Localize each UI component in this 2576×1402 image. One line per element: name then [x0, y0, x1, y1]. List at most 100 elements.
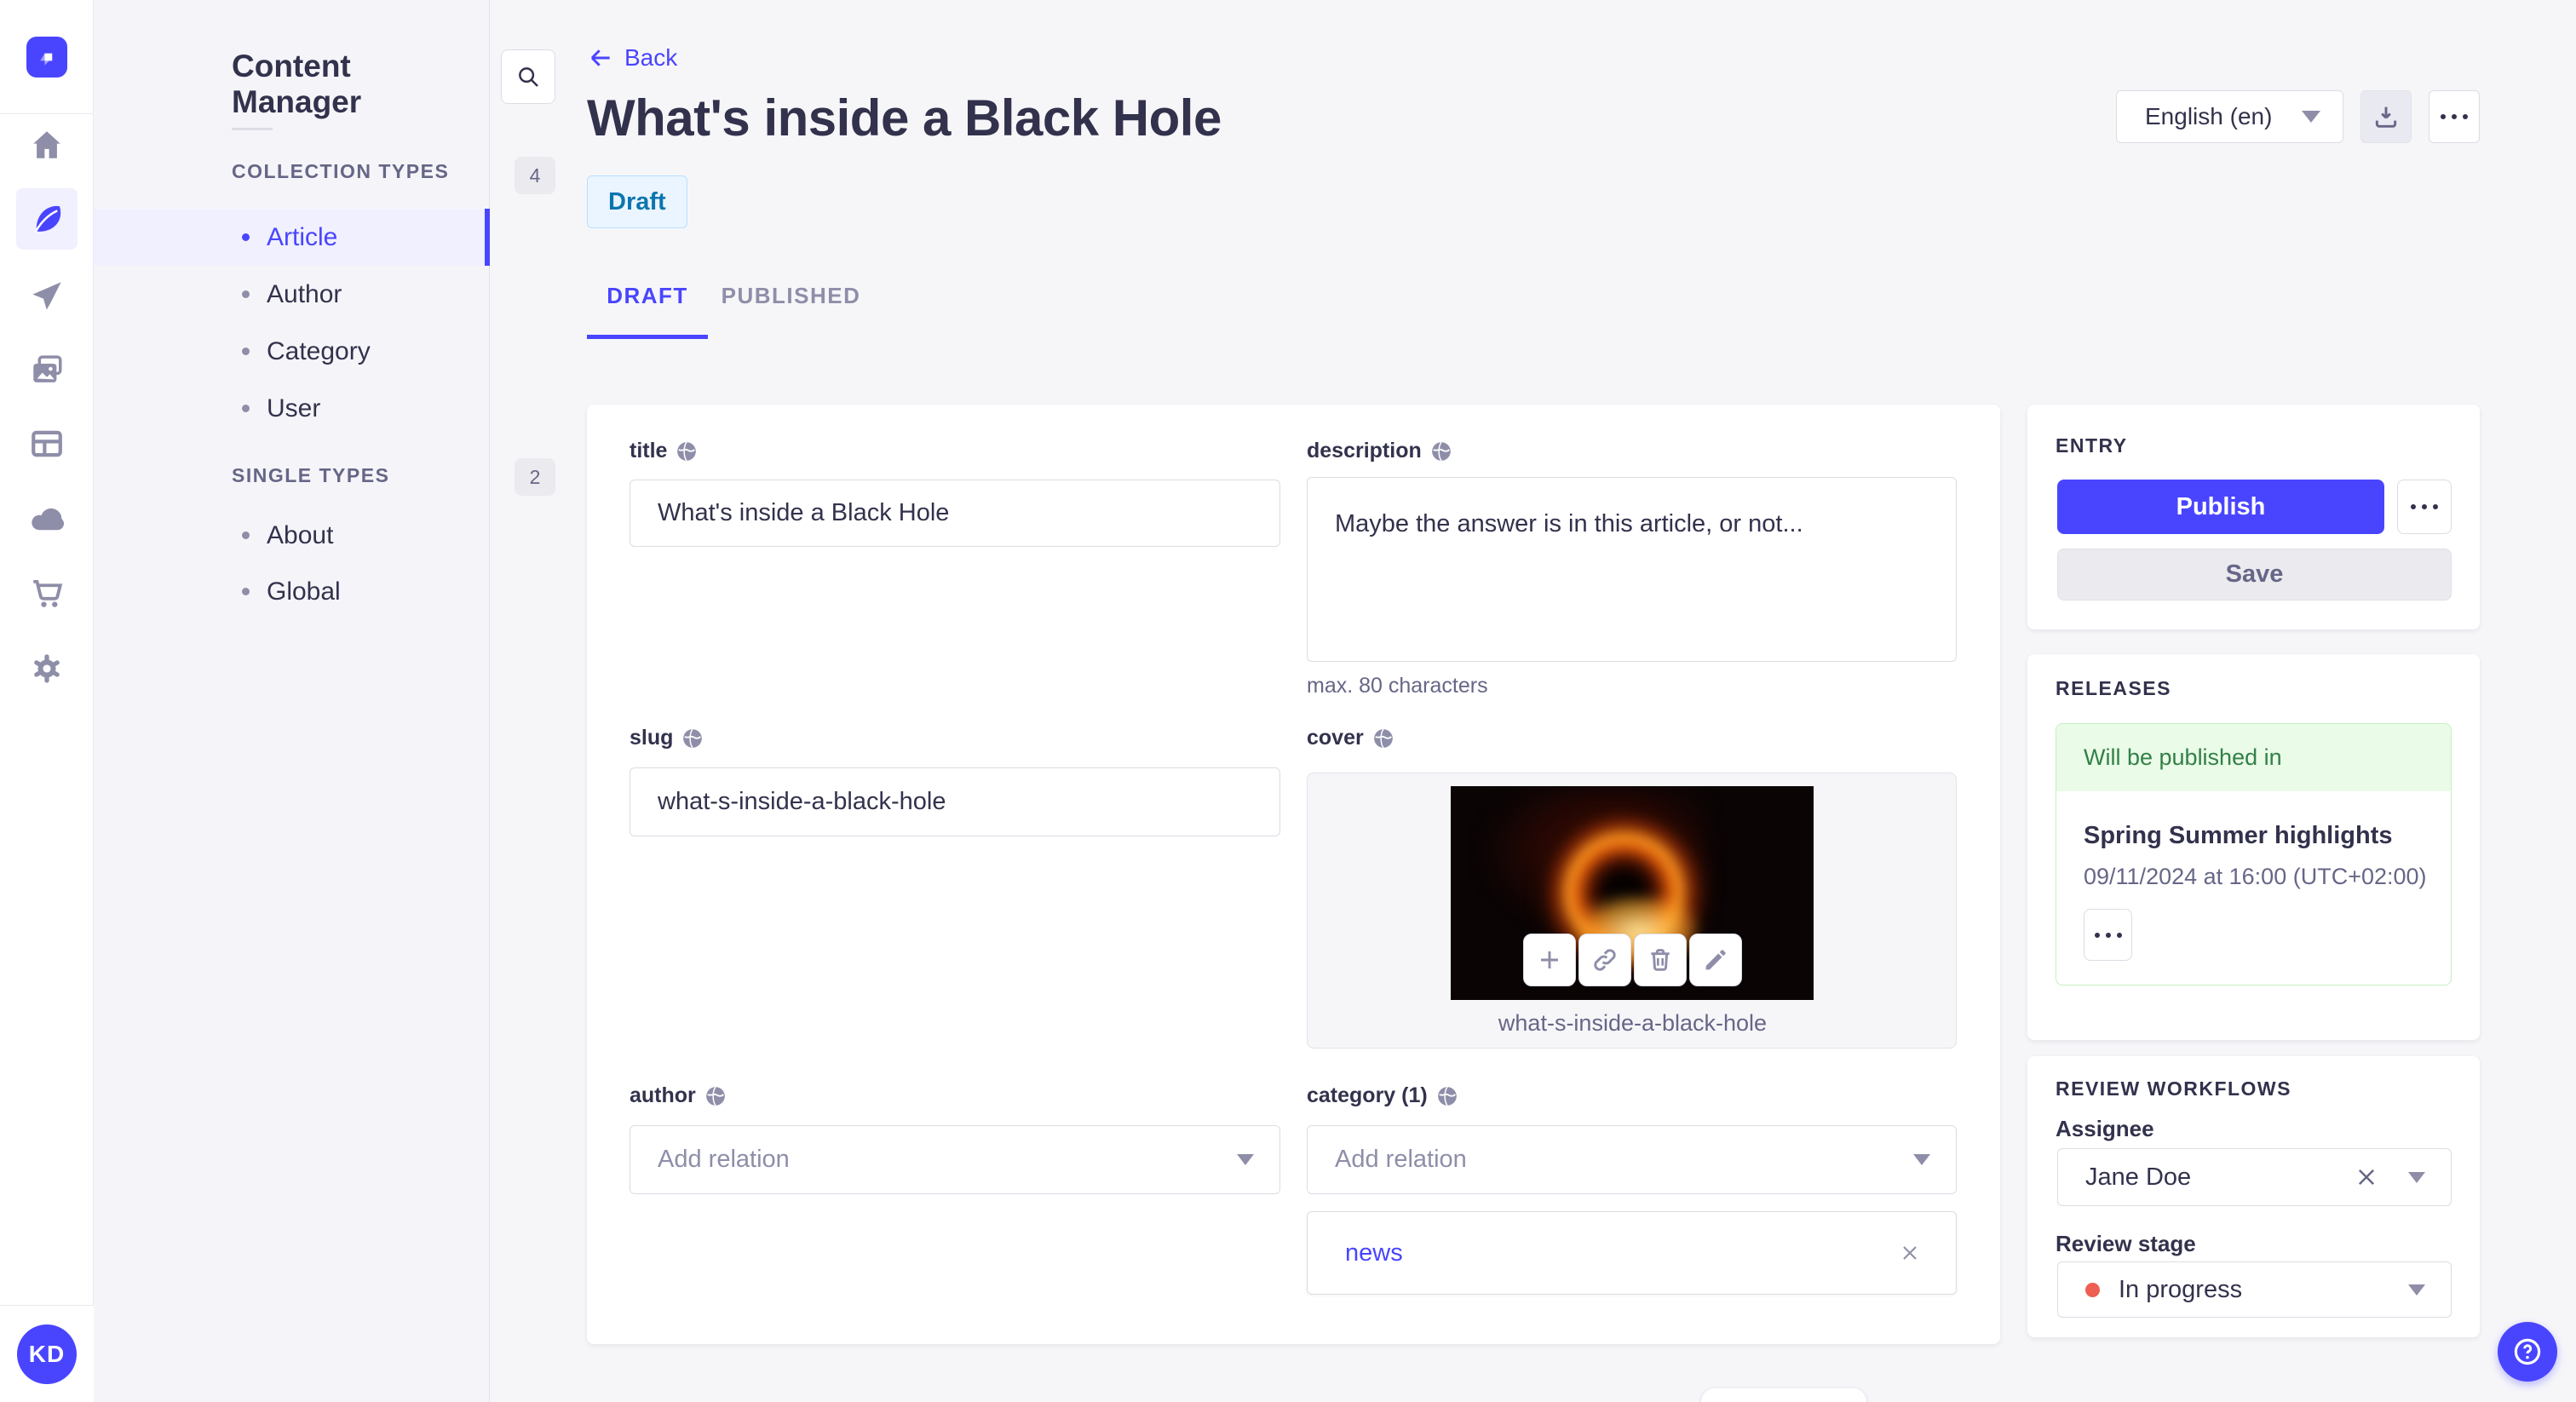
user-avatar[interactable]: KD [17, 1324, 77, 1384]
version-tabs: DRAFT PUBLISHED [587, 271, 865, 339]
subnav-divider [232, 128, 273, 130]
bullet-icon [242, 290, 250, 298]
tab-published[interactable]: PUBLISHED [716, 271, 865, 339]
main-content: Back What's inside a Black Hole Draft En… [491, 0, 2576, 1402]
help-button[interactable] [2498, 1322, 2557, 1382]
cover-actions [1308, 934, 1958, 986]
edit-media-button[interactable] [1689, 934, 1742, 986]
bullet-icon [242, 348, 250, 355]
ellipsis-icon [2441, 114, 2468, 119]
sidebar-item-global[interactable]: Global [94, 563, 490, 620]
ellipsis-icon [2411, 504, 2438, 509]
section-collection-types: COLLECTION TYPES [232, 160, 450, 182]
releases-panel: RELEASES Will be published in Spring Sum… [2027, 654, 2480, 1040]
review-stage-combobox[interactable]: In progress [2057, 1261, 2452, 1318]
save-button[interactable]: Save [2057, 549, 2452, 600]
home-icon [33, 131, 60, 158]
chevron-down-icon [2408, 1171, 2425, 1183]
sidebar-item-category[interactable]: Category [94, 323, 490, 380]
cart-icon [33, 579, 63, 607]
description-hint: max. 80 characters [1307, 674, 1488, 698]
copy-link-button[interactable] [1578, 934, 1631, 986]
rail-footer: KD [0, 1305, 94, 1402]
sidebar-item-about[interactable]: About [94, 507, 490, 564]
cloud-icon [32, 508, 65, 531]
trash-icon [1651, 949, 1670, 971]
sidebar-item-releases[interactable] [16, 265, 78, 326]
remove-relation-icon[interactable] [1898, 1241, 1922, 1265]
globe-icon [683, 728, 703, 748]
sidebar-item-content-type-builder[interactable] [16, 413, 78, 474]
category-relation-combobox[interactable]: Add relation [1307, 1125, 1957, 1194]
release-status: Will be published in [2056, 724, 2451, 791]
clear-assignee-icon[interactable] [2354, 1164, 2379, 1190]
bullet-icon [242, 233, 250, 241]
chevron-down-icon [1237, 1154, 1254, 1165]
entry-panel: ENTRY Publish Save [2027, 405, 2480, 629]
title-input[interactable] [630, 480, 1280, 547]
import-export-button[interactable] [2360, 90, 2412, 143]
release-more-button[interactable] [2084, 909, 2132, 961]
relation-news-link[interactable]: news [1345, 1239, 1403, 1267]
sidebar-item-author[interactable]: Author [94, 266, 490, 323]
description-field-label: description [1307, 439, 1452, 463]
collapsed-panel-edge [1701, 1388, 1866, 1402]
category-field-label: category (1) [1307, 1083, 1458, 1108]
more-actions-button[interactable] [2429, 90, 2480, 143]
sidebar-item-home[interactable] [16, 114, 78, 175]
strapi-logo[interactable] [26, 36, 67, 78]
tab-draft[interactable]: DRAFT [587, 271, 708, 339]
sidebar-item-user[interactable]: User [94, 380, 490, 437]
globe-icon [677, 441, 697, 461]
title-field-label: title [630, 439, 698, 463]
add-media-button[interactable] [1523, 934, 1576, 986]
globe-icon [705, 1086, 725, 1106]
publish-button[interactable]: Publish [2057, 480, 2384, 534]
page-title: What's inside a Black Hole [587, 89, 1222, 147]
feather-icon [34, 205, 61, 233]
release-name: Spring Summer highlights [2084, 822, 2393, 849]
description-textarea[interactable]: Maybe the answer is in this article, or … [1307, 477, 1957, 662]
delete-media-button[interactable] [1634, 934, 1687, 986]
images-icon [33, 355, 62, 382]
locale-select[interactable]: English (en) [2116, 90, 2343, 143]
globe-icon [1373, 728, 1393, 748]
assignee-label: Assignee [2056, 1116, 2154, 1141]
subnav-title: Content Manager [232, 49, 362, 119]
stage-status-dot [2085, 1282, 2100, 1297]
sidebar-item-cloud[interactable] [16, 489, 78, 550]
bullet-icon [242, 405, 250, 412]
author-relation-combobox[interactable]: Add relation [630, 1125, 1280, 1194]
section-single-types: SINGLE TYPES [232, 464, 390, 486]
sidebar-item-content-manager[interactable] [16, 188, 78, 250]
bullet-icon [242, 588, 250, 595]
review-stage-label: Review stage [2056, 1231, 2196, 1256]
sidebar-item-marketplace[interactable] [16, 562, 78, 623]
slug-input[interactable] [630, 767, 1280, 836]
entry-panel-title: ENTRY [2056, 434, 2128, 457]
globe-icon [1437, 1086, 1457, 1106]
arrow-left-icon [590, 49, 610, 66]
header-actions: English (en) [2116, 90, 2480, 143]
chevron-down-icon [2302, 111, 2320, 123]
paper-plane-icon [32, 282, 61, 310]
release-date: 09/11/2024 at 16:00 (UTC+02:00) [2084, 864, 2427, 889]
review-panel-title: REVIEW WORKFLOWS [2056, 1077, 2291, 1100]
slug-field-label: slug [630, 726, 704, 750]
sidebar-item-media-library[interactable] [16, 339, 78, 400]
main-nav-rail: KD [0, 0, 94, 1402]
author-field-label: author [630, 1083, 727, 1108]
sidebar-item-article[interactable]: Article [94, 209, 490, 266]
sidebar-item-settings[interactable] [16, 638, 78, 699]
pencil-icon [1705, 950, 1726, 970]
back-link[interactable]: Back [587, 44, 677, 72]
status-badge: Draft [587, 175, 687, 228]
category-relation-item: news [1307, 1211, 1957, 1295]
cover-field-label: cover [1307, 726, 1394, 750]
help-icon [2514, 1338, 2541, 1365]
cover-media-card: what-s-inside-a-black-hole [1307, 773, 1957, 1049]
edit-form-card: title description Maybe the answer is in… [587, 405, 2000, 1344]
assignee-combobox[interactable]: Jane Doe [2057, 1148, 2452, 1206]
entry-more-button[interactable] [2397, 480, 2452, 534]
ellipsis-icon [2094, 932, 2122, 938]
